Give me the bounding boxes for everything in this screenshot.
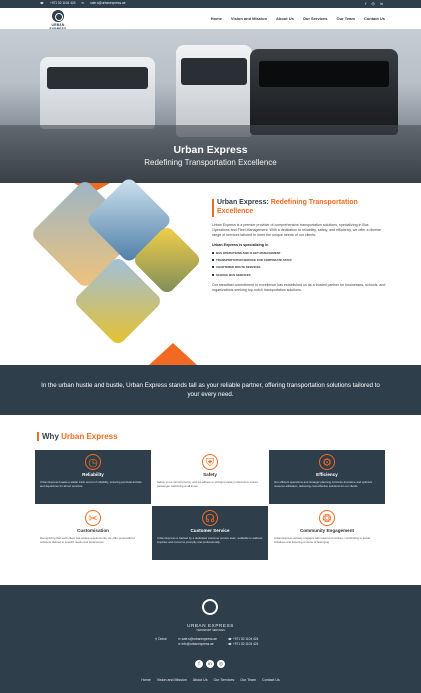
site-logo[interactable]: URBAN EXPRESS [44,10,72,31]
footer-logo-text: URBAN EXPRESS [187,623,234,628]
footer-logo[interactable] [196,599,224,621]
footer-emails: ✉ sale.s@urbanexpress.ae ✉ info@urbanexp… [178,637,217,648]
phone-icon: ☎ [40,1,44,5]
instagram-icon[interactable]: ◎ [371,1,375,6]
instagram-icon[interactable]: ◎ [217,660,225,668]
footer-email[interactable]: sale.s@urbanexpress.ae [182,637,217,641]
feature-card-customer-service: ☊ Customer Service Urban Express is back… [152,506,268,560]
card-text: Our efficient operations and strategic p… [274,480,373,489]
footer-link-about[interactable]: About Us [193,678,208,682]
logo-icon [52,10,64,22]
why-title-main: Why [42,432,62,441]
topbar-phone[interactable]: +971 52 1104 424 [50,1,76,5]
hero-title: Urban Express [173,144,248,156]
card-text: Safety is our utmost priority, and we ad… [157,480,259,489]
footer-links: Home Vision and Mission About Us Our Ser… [0,678,421,682]
nav-item-services[interactable]: Our Services [303,16,328,21]
tools-icon: ✂ [85,510,101,526]
why-title-accent: Urban Express [61,432,118,441]
card-title: Efficiency [316,472,338,477]
topbar-contact: ☎ +971 52 1104 424 ✉ sale.s@urbanexpress… [40,1,126,5]
logo-icon [202,599,218,615]
footer-email[interactable]: info@urbanexpress.ae [182,642,214,646]
main-nav: URBAN EXPRESS Home Vision and Mission Ab… [0,8,421,31]
mail-icon: ✉ [178,642,181,647]
card-text: Recognizing that each client has unique … [40,536,135,545]
card-title: Community Engagement [299,528,355,533]
feature-card-efficiency: ⚙ Efficiency Our efficient operations an… [269,450,385,504]
footer-link-home[interactable]: Home [141,678,151,682]
clock-icon: ◷ [85,454,101,470]
about-image-collage [29,176,209,365]
card-text: Urban Express actively engages with loca… [274,536,370,545]
topbar-email[interactable]: sale.s@urbanexpress.ae [90,1,125,5]
card-title: Reliability [82,472,104,477]
about-title-main: Urban Express: [217,199,271,206]
footer-link-team[interactable]: Our Team [240,678,256,682]
tagline-banner: In the urban hustle and bustle, Urban Ex… [0,365,421,415]
top-bar: ☎ +971 52 1104 424 ✉ sale.s@urbanexpress… [0,0,421,8]
about-closing: Our steadfast commitment to excellence h… [212,282,386,292]
facebook-icon[interactable]: f [365,1,366,6]
feature-card-reliability: ◷ Reliability Urban Express boasts a ste… [35,450,151,504]
footer-link-contact[interactable]: Contact Us [262,678,280,682]
banner-text: In the urban hustle and bustle, Urban Ex… [41,382,380,398]
shield-hand-icon: ⛨ [202,454,218,470]
footer: URBAN EXPRESS TRANSPORT SERVICES ⚲ Dubai… [0,585,421,693]
footer-location-text: Dubai [158,637,167,641]
card-title: Customer Service [190,528,230,533]
headset-icon: ☊ [202,510,218,526]
card-title: Customisation [77,528,109,533]
phone-icon: ☎ [228,637,232,641]
decor-triangle [149,343,197,365]
nav-menu: Home Vision and Mission About Us Our Ser… [211,16,385,21]
list-item: SCHOOL BUS SERVICES [212,273,387,277]
about-specializing-label: Urban Express is specializing in [212,242,269,247]
hero-bus-image [176,45,252,137]
footer-tagline: TRANSPORT SERVICES [196,629,225,632]
hero-banner: Urban Express Redefining Transportation … [0,29,421,183]
linkedin-icon[interactable]: in [206,660,214,668]
phone-icon: ☎ [228,642,232,647]
hero-subtitle: Redefining Transportation Excellence [144,158,277,167]
people-network-icon: ❂ [319,510,335,526]
mail-icon: ✉ [178,637,181,641]
gear-chart-icon: ⚙ [319,454,335,470]
footer-phone[interactable]: +971 52 1104 424 [233,637,259,641]
location-pin-icon: ⚲ [155,637,158,641]
card-title: Safety [203,472,217,477]
topbar-social: f ◎ in [365,1,383,6]
list-item: BUS OPERATIONS AND FLEET MANAGEMENT [212,251,387,255]
nav-item-home[interactable]: Home [211,16,222,21]
nav-item-vision[interactable]: Vision and Mission [231,16,267,21]
nav-item-team[interactable]: Our Team [337,16,355,21]
feature-card-community: ❂ Community Engagement Urban Express act… [269,506,385,560]
footer-phones: ☎ +971 52 1104 424 ☎ +971 52 1104 424 [228,637,258,648]
feature-card-safety: ⛨ Safety Safety is our utmost priority, … [152,450,268,504]
footer-social: f in ◎ [195,660,225,668]
footer-location: ⚲ Dubai [155,637,167,642]
hero-bus-image [250,49,398,135]
about-intro: Urban Express is a premier provider of c… [212,222,382,238]
footer-phone[interactable]: +971 52 1104 424 [233,642,259,646]
nav-item-about[interactable]: About Us [276,16,294,21]
why-title: Why Urban Express [37,432,118,441]
nav-item-contact[interactable]: Contact Us [364,16,385,21]
about-title: Urban Express: Redefining Transportation… [212,199,387,217]
footer-link-vision[interactable]: Vision and Mission [157,678,187,682]
list-item: CHARTERED ROUTE SERVICES [212,265,387,269]
facebook-icon[interactable]: f [195,660,203,668]
feature-card-customisation: ✂ Customisation Recognizing that each cl… [35,506,151,560]
list-item: TRANSPORTATION SERVICE FOR CORPORATE STA… [212,258,387,262]
about-section: Urban Express: Redefining Transportation… [0,176,421,365]
linkedin-icon[interactable]: in [380,1,383,6]
card-text: Urban Express boasts a stellar track rec… [40,480,142,489]
footer-link-services[interactable]: Our Services [214,678,235,682]
services-list: BUS OPERATIONS AND FLEET MANAGEMENT TRAN… [212,251,387,277]
card-text: Urban Express is backed by a dedicated c… [157,536,263,545]
mail-icon: ✉ [81,1,85,5]
hero-bus-image [40,57,155,129]
about-text: Urban Express: Redefining Transportation… [212,199,387,293]
